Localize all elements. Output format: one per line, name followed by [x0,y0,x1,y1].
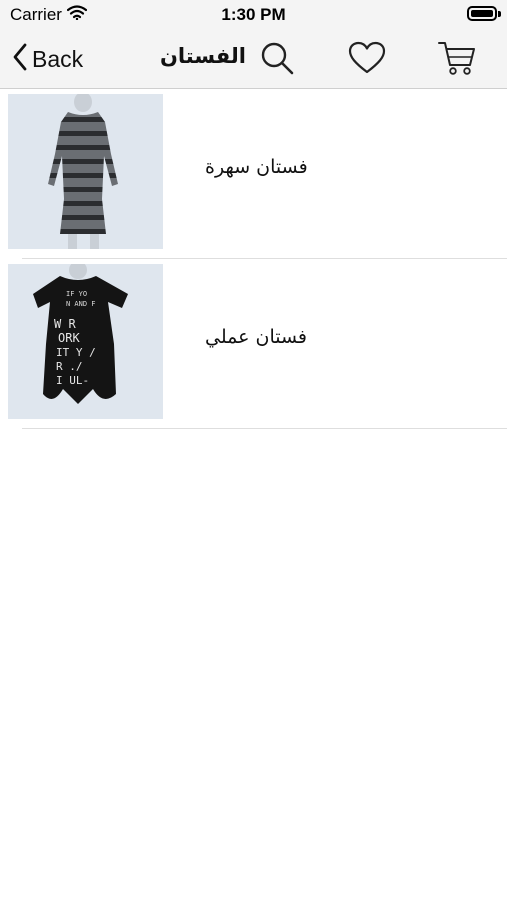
svg-text:N AND F: N AND F [66,300,96,308]
status-bar: Carrier 1:30 PM [0,0,507,30]
search-icon [259,40,295,80]
page-title: الفستان [160,44,246,68]
list-item[interactable]: IF YO N AND F W R ORK IT Y / R ./ I UL- … [0,259,507,429]
product-image-striped-dress [8,94,163,249]
product-name: فستان سهرة [205,156,308,178]
svg-text:R ./: R ./ [56,360,83,373]
chevron-left-icon [12,42,28,76]
battery-fill [471,10,493,17]
nav-bar: Back الفستان [0,30,507,89]
search-button[interactable] [256,39,298,81]
svg-text:I UL-: I UL- [56,374,89,387]
cart-button[interactable] [436,39,478,81]
back-label: Back [32,45,84,72]
row-separator [22,428,507,429]
svg-text:IT Y /: IT Y / [56,346,96,359]
battery-icon [467,6,497,21]
product-list: فستان سهرة IF YO N AND F W R ORK IT Y / … [0,89,507,429]
battery-cap [498,11,501,17]
status-time: 1:30 PM [221,5,286,24]
product-image-graphic-dress: IF YO N AND F W R ORK IT Y / R ./ I UL- [8,264,163,419]
svg-text:W R: W R [54,317,76,331]
list-item[interactable]: فستان سهرة [0,89,507,259]
product-name: فستان عملي [205,326,307,348]
svg-text:IF YO: IF YO [66,290,87,298]
heart-icon [347,40,387,80]
cart-icon [437,39,477,81]
back-button[interactable]: Back [12,42,83,76]
svg-text:ORK: ORK [58,331,80,345]
favorites-button[interactable] [346,39,388,81]
